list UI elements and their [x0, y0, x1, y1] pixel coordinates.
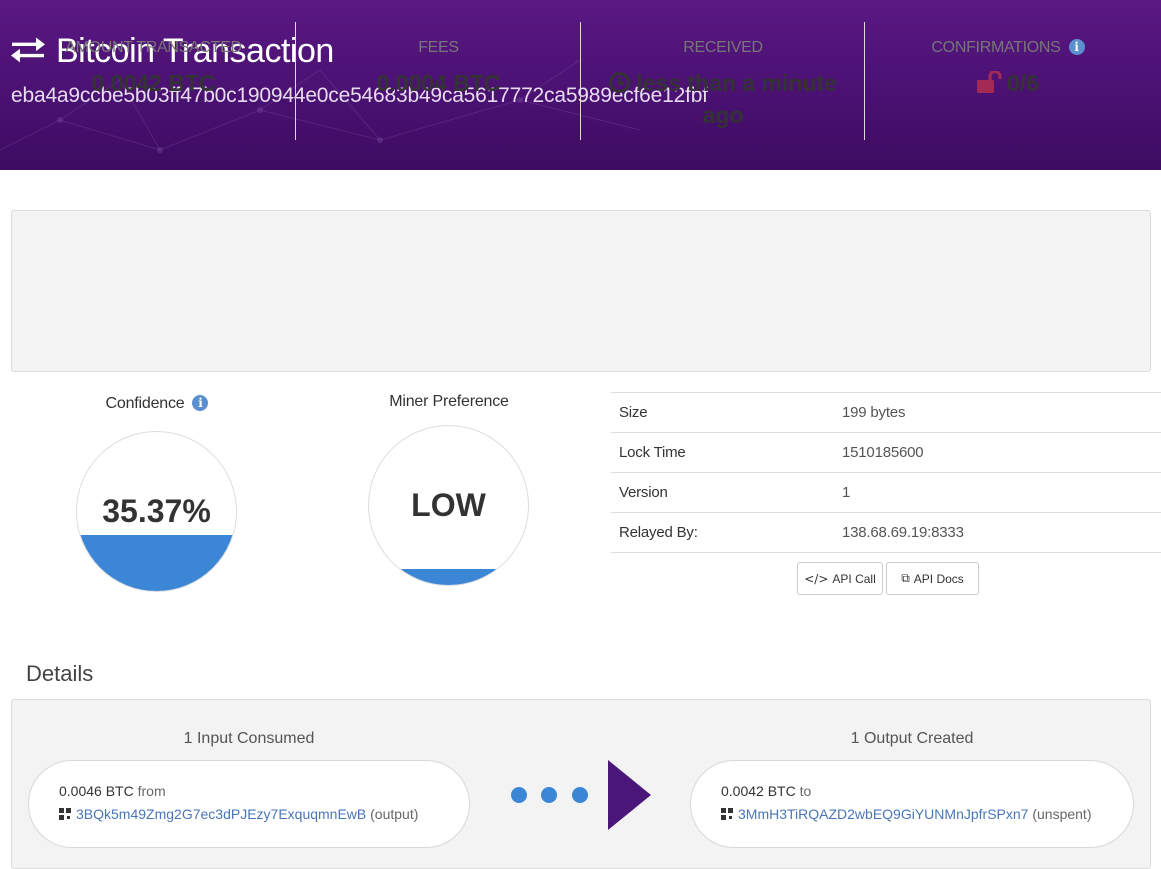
table-row: Size 199 bytes [611, 392, 1161, 433]
outputs-title: 1 Output Created [850, 730, 974, 747]
table-row: Lock Time 1510185600 [611, 432, 1161, 473]
miner-preference-value: LOW [411, 487, 486, 523]
row-label: Size [611, 392, 842, 433]
inputs-title: 1 Input Consumed [183, 730, 315, 747]
api-call-button[interactable]: </> API Call [797, 562, 883, 595]
qr-code-icon[interactable] [721, 808, 733, 820]
fees-value: 0.0004 BTC [376, 70, 501, 96]
api-docs-label: API Docs [913, 571, 964, 586]
confidence-gauge: 35.37% [76, 431, 237, 592]
api-docs-button[interactable]: ⧉ API Docs [886, 562, 979, 595]
miner-gauge: LOW [368, 425, 529, 586]
confidence-value: 35.37% [102, 493, 211, 529]
amount-label: AMOUNT TRANSACTED [65, 39, 242, 56]
input-card: 0.0046 BTC from 3BQk5m49Zmg2G7ec3dPJEzy7… [28, 760, 470, 848]
miner-preference-label: Miner Preference [389, 393, 509, 410]
fees-label: FEES [418, 39, 459, 56]
row-label: Relayed By: [611, 512, 842, 553]
row-value: 138.68.69.19:8333 [842, 512, 1161, 553]
input-amount-row: 0.0046 BTC from [59, 783, 166, 799]
input-amount: 0.0046 BTC [59, 783, 134, 799]
info-icon[interactable]: i [192, 395, 209, 411]
amount-stat: AMOUNT TRANSACTED 0.0042 BTC [11, 22, 296, 140]
received-value: less than a minute ago [581, 67, 865, 131]
row-value: 199 bytes [842, 392, 1161, 433]
api-call-label: API Call [832, 571, 876, 586]
received-label: RECEIVED [683, 39, 763, 56]
confidence-gauge-header: Confidence i [76, 395, 238, 413]
output-card: 0.0042 BTC to 3MmH3TiRQAZD2wbEQ9GiYUNMnJ… [690, 760, 1134, 848]
row-label: Version [611, 472, 842, 513]
received-line1: less than a minute [636, 70, 837, 96]
fees-stat: FEES 0.0004 BTC [296, 22, 581, 140]
row-value: 1510185600 [842, 432, 1161, 473]
output-address-row: 3MmH3TiRQAZD2wbEQ9GiYUNMnJpfrSPxn7 (unsp… [721, 806, 1103, 822]
amount-value: 0.0042 BTC [91, 70, 216, 96]
received-stat: RECEIVED less than a minute ago [581, 22, 865, 140]
confidence-gauge-fill [77, 534, 236, 591]
output-note: (unspent) [1032, 806, 1092, 822]
input-address-row: 3BQk5m49Zmg2G7ec3dPJEzy7ExquqmnEwB (outp… [59, 806, 449, 822]
confirmations-value: 0/6 [1007, 70, 1039, 96]
table-row: Relayed By: 138.68.69.19:8333 [611, 512, 1161, 553]
output-amount-row: 0.0042 BTC to [721, 783, 811, 799]
output-amount: 0.0042 BTC [721, 783, 796, 799]
flow-dot [541, 787, 557, 803]
input-note: (output) [370, 806, 419, 822]
summary-panel [11, 210, 1151, 372]
confirmations-stat: CONFIRMATIONS i 0/6 [865, 22, 1151, 140]
external-link-icon: ⧉ [901, 571, 910, 585]
flow-dot [511, 787, 527, 803]
confirmations-label-row: CONFIRMATIONS i [865, 39, 1151, 57]
clock-icon [609, 72, 631, 93]
info-icon[interactable]: i [1068, 39, 1085, 55]
output-address-link[interactable]: 3MmH3TiRQAZD2wbEQ9GiYUNMnJpfrSPxn7 [738, 806, 1028, 822]
table-row: Version 1 [611, 472, 1161, 513]
input-address-link[interactable]: 3BQk5m49Zmg2G7ec3dPJEzy7ExquqmnEwB [76, 806, 366, 822]
output-direction: to [799, 783, 812, 799]
input-direction: from [137, 783, 166, 799]
row-label: Lock Time [611, 432, 842, 473]
row-value: 1 [842, 472, 1161, 513]
code-icon: </> [804, 571, 829, 586]
details-heading: Details [26, 661, 94, 686]
miner-gauge-header: Miner Preference [368, 393, 530, 411]
miner-gauge-fill [369, 569, 528, 585]
confidence-label: Confidence [105, 395, 185, 412]
confirmations-label: CONFIRMATIONS [931, 39, 1061, 56]
flow-arrow-icon [608, 760, 651, 830]
flow-dot [572, 787, 588, 803]
unlock-icon [977, 71, 1002, 93]
received-line2: ago [702, 102, 744, 128]
confirmations-value-row: 0/6 [865, 67, 1151, 99]
qr-code-icon[interactable] [59, 808, 71, 820]
transaction-info-table: Size 199 bytes Lock Time 1510185600 Vers… [611, 392, 1161, 553]
